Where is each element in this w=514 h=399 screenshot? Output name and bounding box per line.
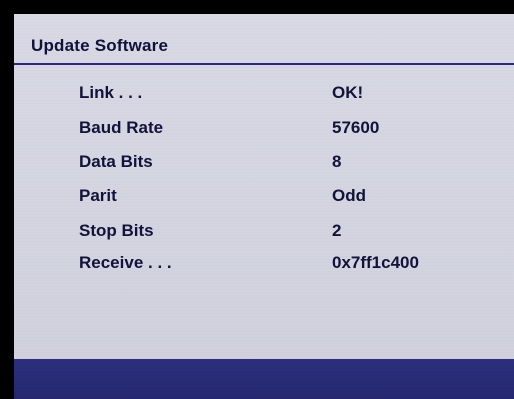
page-title: Update Software [31,36,169,55]
data-bits-label: Data Bits [79,152,153,171]
stop-bits-value: 2 [332,221,342,240]
data-bits-value: 8 [332,152,342,171]
title-divider [14,63,514,65]
receive-value: 0x7ff1c400 [332,253,419,272]
receive-label: Receive . . . [79,253,172,272]
link-value: OK! [332,83,364,102]
update-software-screen: Update Software Link . . . OK! Baud Rate… [14,14,514,399]
bottom-status-bar [14,359,514,399]
baud-rate-value: 57600 [332,118,380,137]
parity-label: Parit [79,186,117,205]
parity-value: Odd [332,186,366,205]
link-label: Link . . . [79,83,143,102]
baud-rate-label: Baud Rate [79,118,164,137]
screen-scanlines [14,14,514,399]
stop-bits-label: Stop Bits [79,221,154,240]
